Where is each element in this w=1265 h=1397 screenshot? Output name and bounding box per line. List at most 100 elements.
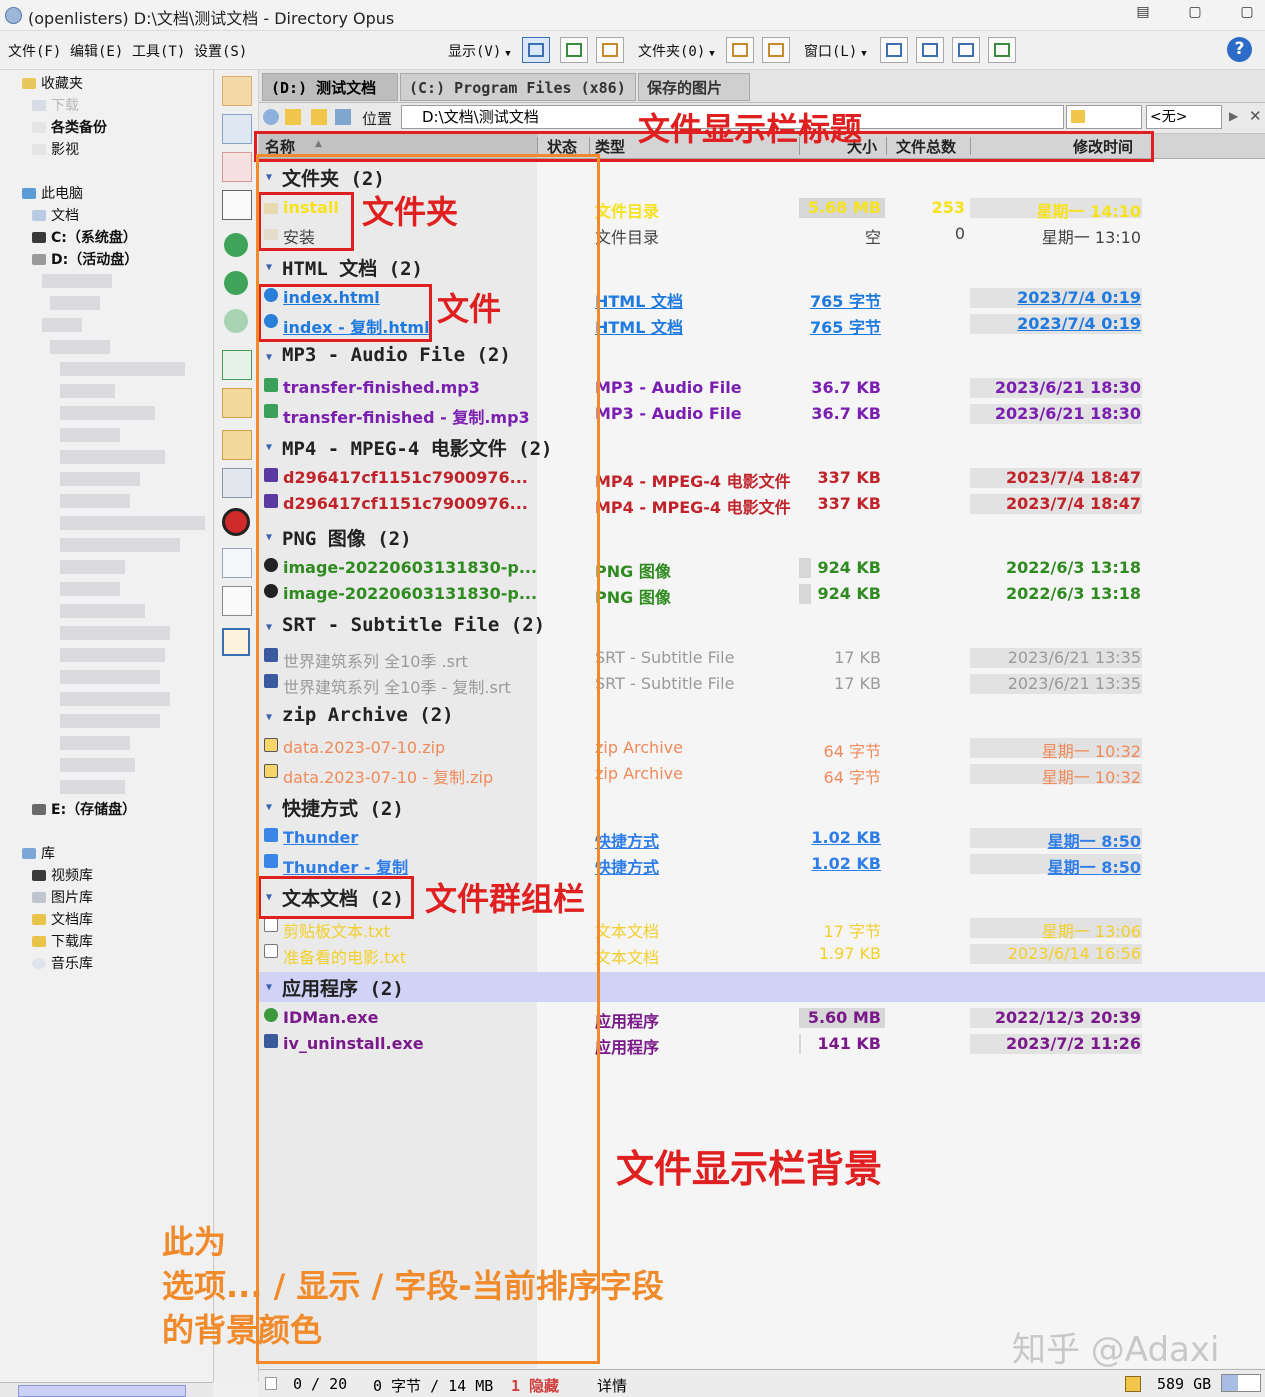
- modified-time: 13:35: [1094, 674, 1141, 693]
- blurred-tree-item: [60, 472, 140, 486]
- location-label: 位置: [362, 110, 393, 128]
- blurred-tree-item: [42, 274, 112, 288]
- blurred-tree-item: [42, 318, 82, 332]
- delete-folder-icon[interactable]: [222, 76, 252, 106]
- menu-file[interactable]: 文件(F): [8, 41, 61, 61]
- status-hidden[interactable]: 1 隐藏: [511, 1375, 559, 1396]
- menu-display[interactable]: 显示(V) ▼: [448, 41, 511, 61]
- tab-program-files[interactable]: (C:) Program Files (x86): [400, 73, 636, 101]
- tree-drive-c[interactable]: C:（系统盘）: [32, 227, 137, 247]
- layout-single-button[interactable]: [880, 37, 908, 63]
- filter-combo[interactable]: <无>: [1146, 105, 1222, 129]
- file-type: MP3 - Audio File: [595, 404, 742, 423]
- tree-library-label: 库: [41, 846, 55, 862]
- modified-date: 星期一: [1041, 768, 1090, 787]
- tree-drive-d[interactable]: D:（活动盘）: [32, 249, 138, 269]
- folder-icon: [32, 144, 46, 155]
- minimize-icon[interactable]: ▤: [1132, 4, 1154, 24]
- modified-date: 星期一: [1041, 228, 1090, 247]
- tab-test-docs[interactable]: (D:) 测试文档: [262, 73, 398, 101]
- modified-time: 11:26: [1090, 1034, 1141, 1053]
- view-thumbnails-button[interactable]: [596, 37, 624, 63]
- file-type: 快捷方式: [595, 832, 660, 851]
- close-icon[interactable]: ▢: [1236, 4, 1258, 24]
- tree-lib-pictures[interactable]: 图片库: [32, 887, 93, 907]
- properties-icon[interactable]: [222, 548, 252, 578]
- print-icon[interactable]: [222, 468, 252, 498]
- menu-settings[interactable]: 设置(S): [194, 41, 247, 61]
- delete-file-icon[interactable]: [222, 152, 252, 182]
- tree-favorites[interactable]: 收藏夹: [22, 73, 83, 93]
- tree-documents[interactable]: 文档: [32, 205, 79, 225]
- tree-lib-docs[interactable]: 文档库: [32, 909, 93, 929]
- menu-edit[interactable]: 编辑(E): [70, 41, 123, 61]
- folder-tree-button[interactable]: [726, 37, 754, 63]
- tree-movies[interactable]: 影视: [32, 139, 79, 159]
- tree-lib-docs-label: 文档库: [51, 912, 93, 928]
- file-count: 253: [931, 198, 965, 217]
- modified-time: 10:32: [1094, 768, 1141, 787]
- new-folder-icon[interactable]: [222, 388, 252, 418]
- view-details-button[interactable]: [522, 37, 550, 63]
- tree-lib-music-label: 音乐库: [51, 956, 93, 972]
- folder-filter-combo[interactable]: [1066, 105, 1142, 129]
- file-modified: 星期一 8:50: [1048, 854, 1141, 878]
- watermark: 知乎 @Adaxi: [1012, 1330, 1220, 1370]
- file-type: 应用程序: [595, 1038, 660, 1057]
- up-icon[interactable]: [224, 271, 248, 295]
- tree-drive-e[interactable]: E:（存储盘）: [32, 799, 136, 819]
- tab-saved-pictures[interactable]: 保存的图片: [638, 73, 750, 101]
- swap-icon[interactable]: [222, 430, 252, 460]
- status-details[interactable]: 详情: [597, 1375, 627, 1396]
- tree-lib-music[interactable]: 音乐库: [32, 953, 93, 973]
- annotation-sort-note-1: 此为: [162, 1223, 227, 1261]
- undo-icon[interactable]: [222, 114, 252, 144]
- copy-icon[interactable]: [222, 190, 252, 220]
- forward-icon[interactable]: [224, 309, 248, 333]
- viewer-pane-button[interactable]: [988, 37, 1016, 63]
- blurred-tree-item: [50, 340, 110, 354]
- folder-pane-toggle-icon[interactable]: [222, 628, 250, 656]
- scrollbar-thumb[interactable]: [18, 1385, 186, 1397]
- view-power-button[interactable]: [560, 37, 588, 63]
- help-button[interactable]: ?: [1227, 37, 1252, 62]
- menu-tools[interactable]: 工具(T): [132, 41, 185, 61]
- tree-backups[interactable]: 各类备份: [32, 117, 107, 137]
- burn-disc-icon[interactable]: [222, 508, 250, 536]
- history-folder-icon[interactable]: [311, 109, 327, 125]
- tree-lib-video[interactable]: 视频库: [32, 865, 93, 885]
- menu-window[interactable]: 窗口(L) ▼: [804, 41, 867, 61]
- favorites-folder-icon[interactable]: [285, 109, 301, 125]
- modified-date: 星期一: [1041, 742, 1090, 761]
- modified-date: 星期一: [1047, 832, 1096, 851]
- close-path-icon[interactable]: ✕: [1249, 107, 1262, 125]
- tree-downloads[interactable]: 下载: [32, 95, 79, 115]
- modified-time: 18:30: [1090, 404, 1141, 423]
- size-highlight: [799, 558, 811, 578]
- blurred-tree-item: [60, 582, 120, 596]
- play-icon[interactable]: ▶: [1229, 109, 1238, 123]
- menu-folders[interactable]: 文件夹(0) ▼: [638, 41, 715, 61]
- refresh-icon[interactable]: [222, 350, 252, 380]
- blurred-tree-item: [60, 538, 180, 552]
- file-modified: 2023/7/4 18:47: [1006, 494, 1141, 513]
- globe-icon[interactable]: [263, 109, 279, 125]
- blank-button-icon[interactable]: [222, 586, 252, 616]
- network-folder-icon[interactable]: [335, 109, 351, 125]
- tree-lib-downloads[interactable]: 下载库: [32, 931, 93, 951]
- tree-library[interactable]: 库: [22, 843, 55, 863]
- modified-date: 2022/12/3: [994, 1008, 1085, 1027]
- back-icon[interactable]: [224, 233, 248, 257]
- window-title: (openlisters) D:\文档\测试文档 - Directory Opu…: [28, 9, 395, 28]
- modified-date: 2023/7/4: [1006, 494, 1085, 513]
- maximize-icon[interactable]: ▢: [1184, 4, 1206, 24]
- layout-vertical-button[interactable]: [916, 37, 944, 63]
- tree-scrollbar[interactable]: [0, 1382, 213, 1397]
- tree-favorites-label: 收藏夹: [41, 76, 83, 92]
- modified-date: 2023/6/21: [1007, 648, 1090, 667]
- layout-horizontal-button[interactable]: [952, 37, 980, 63]
- blurred-tree-item: [60, 758, 135, 772]
- layout-vertical-icon: [922, 43, 938, 57]
- folder-dual-button[interactable]: [762, 37, 790, 63]
- tree-this-pc[interactable]: 此电脑: [22, 183, 83, 203]
